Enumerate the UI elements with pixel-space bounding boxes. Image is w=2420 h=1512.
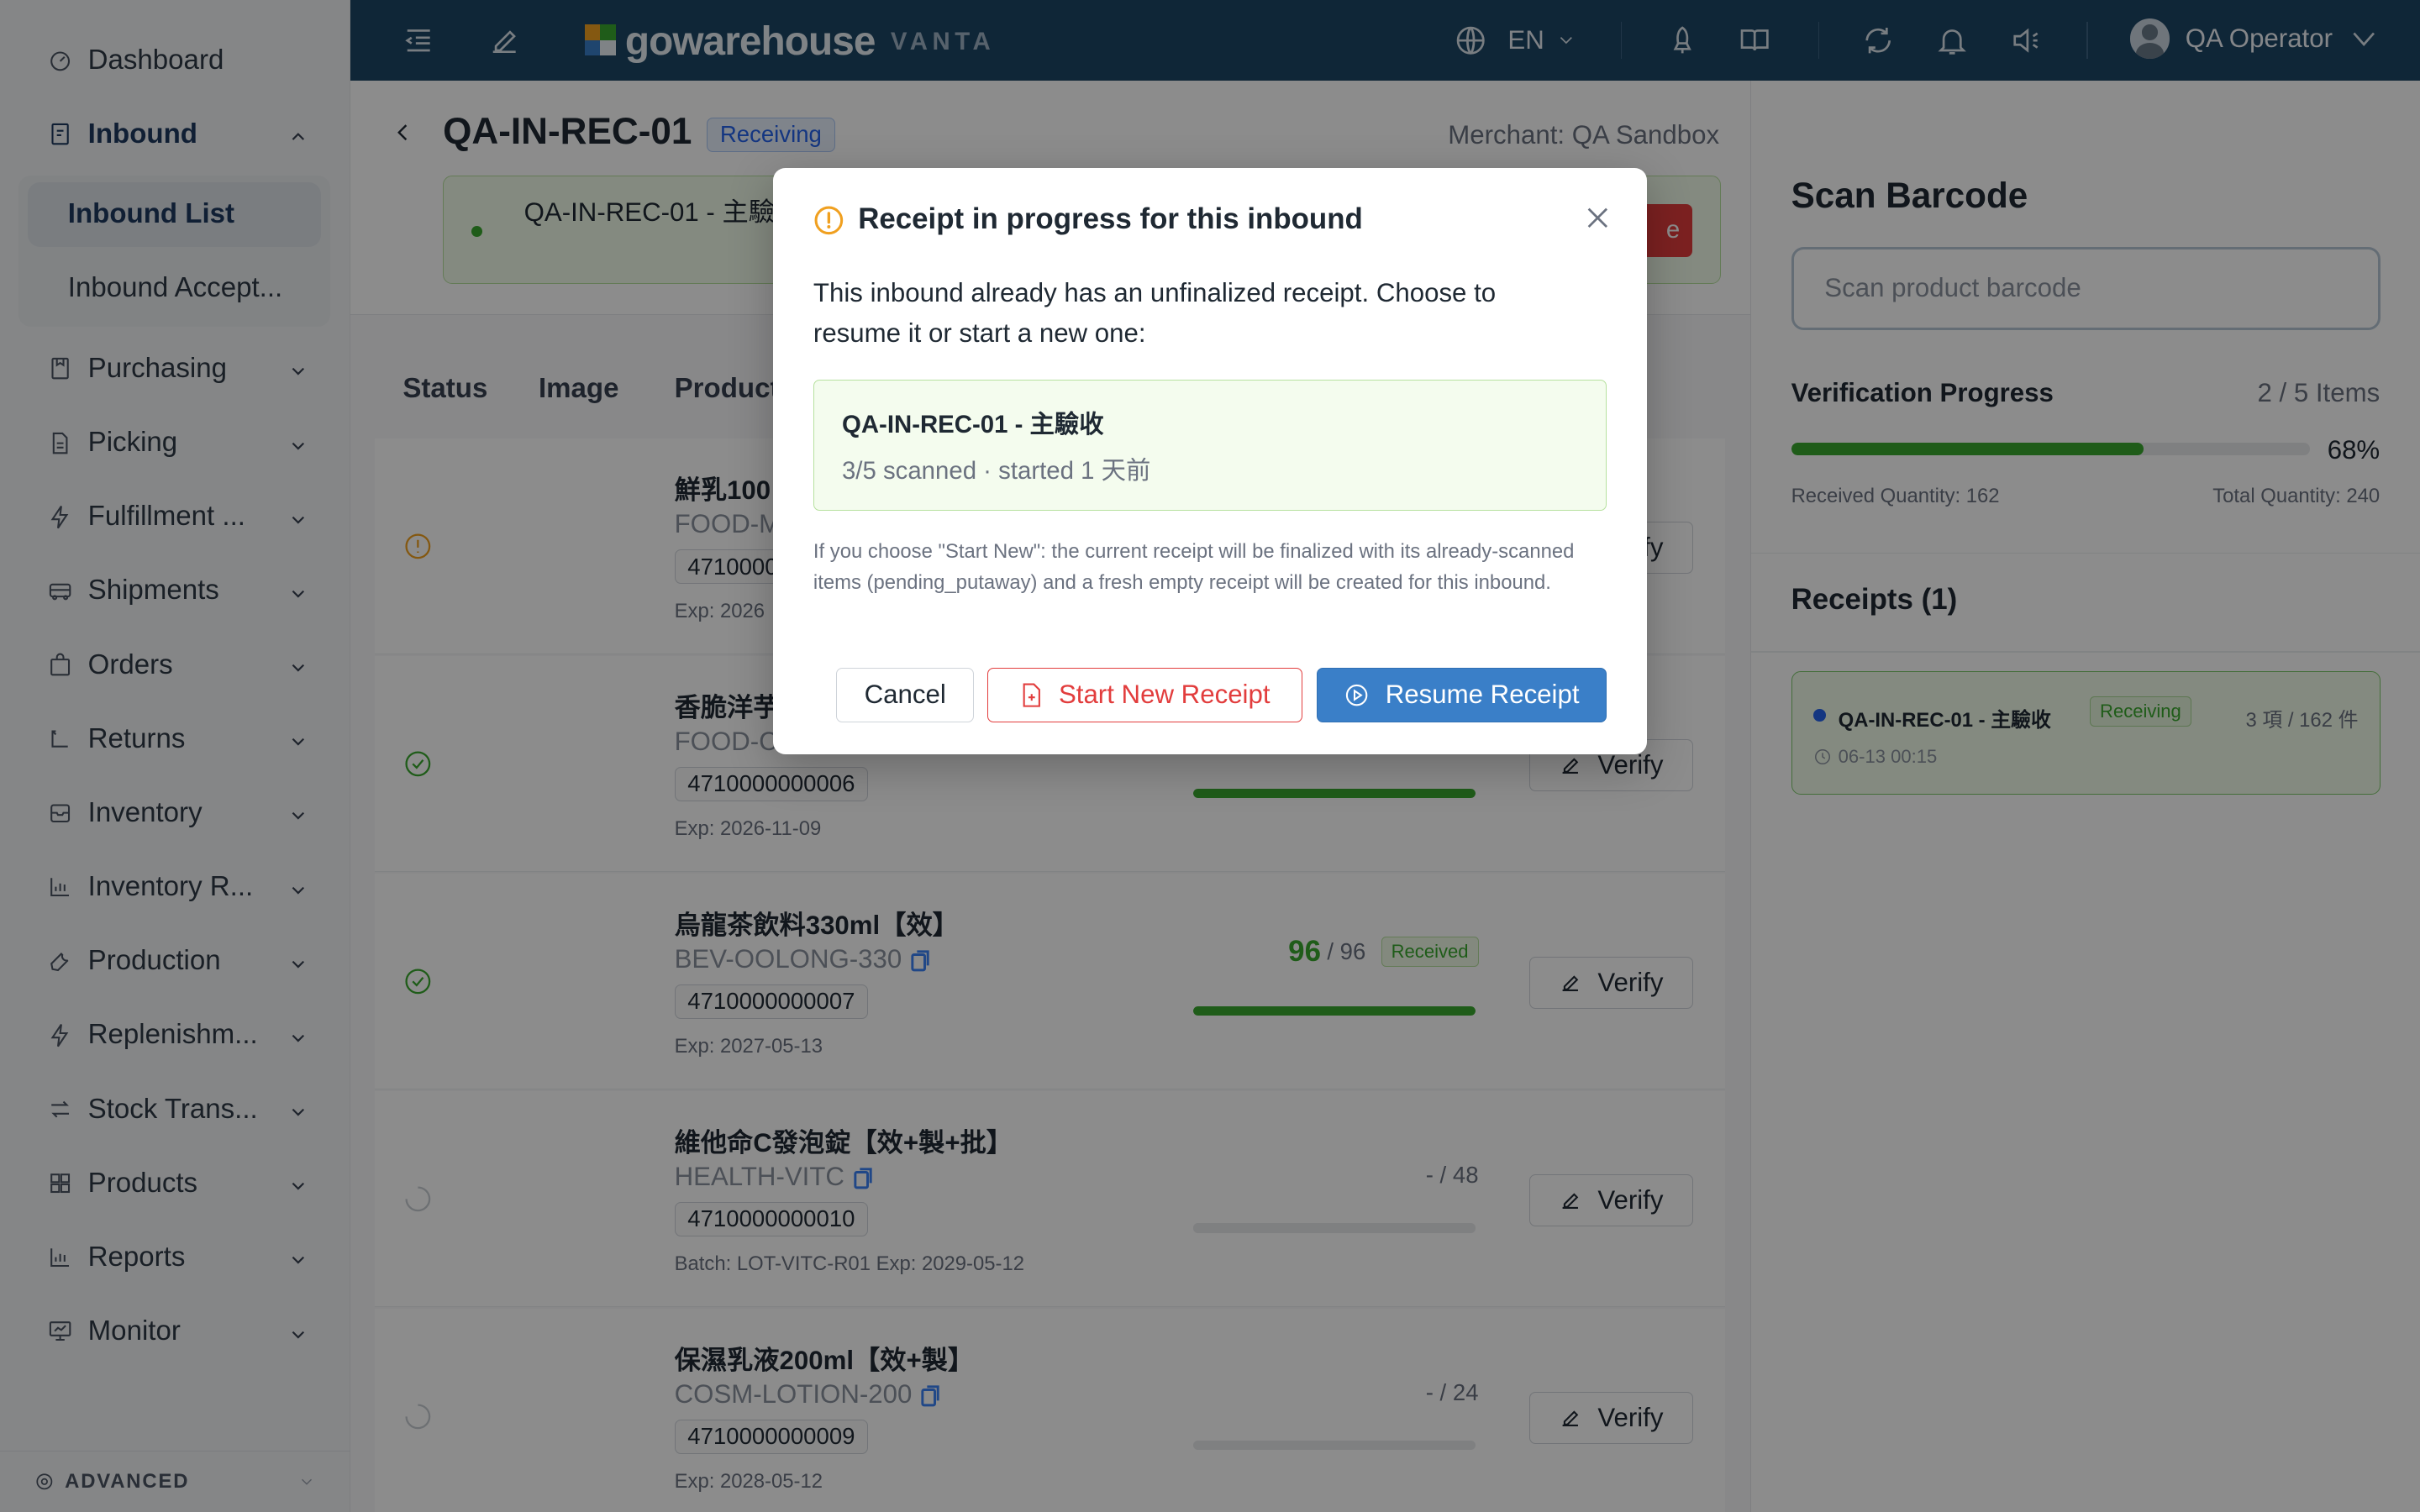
play-circle-icon (1346, 684, 1368, 706)
cancel-button[interactable]: Cancel (836, 668, 974, 722)
close-icon[interactable] (1582, 202, 1613, 234)
app-root: Dashboard Inbound Inbound List Inbound A… (0, 0, 2420, 1512)
resume-receipt-button[interactable]: Resume Receipt (1316, 668, 1607, 722)
existing-receipt-card: QA-IN-REC-01 - 主驗收 3/5 scanned · started… (813, 379, 1607, 511)
start-new-label: Start New Receipt (1058, 680, 1270, 710)
existing-receipt-name: QA-IN-REC-01 - 主驗收 (841, 411, 1104, 439)
cancel-label: Cancel (864, 680, 946, 710)
warning-icon (813, 205, 844, 236)
new-file-icon (1023, 683, 1040, 707)
dialog-note: If you choose "Start New": the current r… (813, 540, 1575, 594)
start-new-receipt-button[interactable]: Start New Receipt (987, 668, 1303, 722)
resume-label: Resume Receipt (1385, 680, 1580, 710)
dialog-body: This inbound already has an unfinalized … (813, 278, 1497, 348)
receipt-in-progress-dialog: Receipt in progress for this inbound Thi… (773, 168, 1647, 755)
dialog-title: Receipt in progress for this inbound (858, 202, 1363, 235)
existing-receipt-meta: 3/5 scanned · started 1 天前 (841, 457, 1151, 486)
